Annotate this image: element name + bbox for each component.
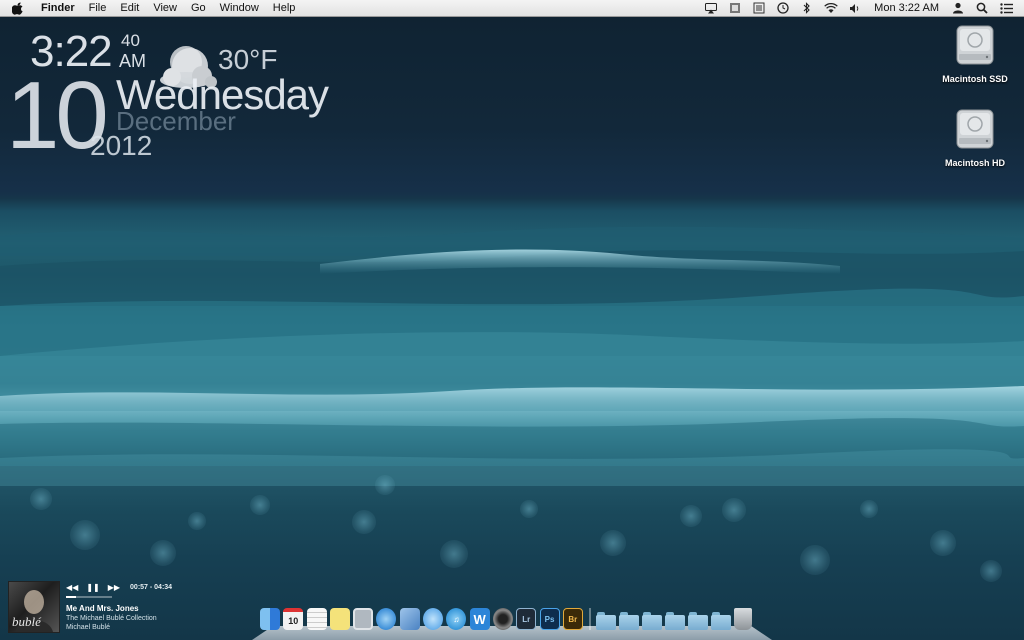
track-title: Me And Mrs. Jones (66, 604, 139, 613)
dock-photoshop-label: Ps (544, 614, 555, 624)
menu-edit[interactable]: Edit (113, 0, 146, 16)
menubar-clock[interactable]: Mon 3:22 AM (867, 0, 946, 16)
menu-view[interactable]: View (146, 0, 184, 16)
menu-bar: Finder File Edit View Go Window Help Mon… (0, 0, 1024, 17)
pause-icon[interactable]: ❚❚ (86, 583, 99, 592)
dock-folder-downloads-icon[interactable] (711, 612, 732, 630)
dock-bridge-label: Br (568, 614, 578, 624)
spotlight-icon[interactable] (975, 2, 989, 14)
album-art-text: bublé (12, 614, 41, 629)
dock-lightroom-icon[interactable]: Lr (516, 608, 537, 630)
dock-photoshop-icon[interactable]: Ps (539, 608, 560, 630)
hard-drive-icon (956, 109, 994, 149)
user-icon[interactable] (951, 2, 965, 14)
notification-center-icon[interactable] (999, 2, 1013, 14)
drive-label: Macintosh SSD (942, 74, 1008, 84)
menu-app-finder[interactable]: Finder (34, 0, 82, 16)
dock-safari-icon[interactable] (376, 608, 397, 630)
track-progress-fill (66, 596, 76, 598)
dock-lightroom-label: Lr (522, 614, 531, 624)
wifi-icon[interactable] (824, 2, 838, 14)
dock-mail-icon[interactable] (399, 608, 420, 630)
dock-calendar-icon[interactable]: 10 (283, 608, 304, 630)
now-playing-widget: bublé ◀◀ ❚❚ ▶▶ 00:57 - 04:34 Me And Mrs.… (8, 581, 208, 633)
menu-window[interactable]: Window (213, 0, 266, 16)
widget-ampm: AM (119, 51, 146, 71)
dock-stickies-icon[interactable] (329, 608, 350, 630)
menu-go[interactable]: Go (184, 0, 213, 16)
apple-menu-icon[interactable] (0, 2, 34, 15)
hard-drive-icon (956, 25, 994, 65)
dock-trash-icon[interactable] (734, 608, 753, 630)
dock-folder-music-icon[interactable] (665, 612, 686, 630)
dock-preview-icon[interactable] (353, 608, 374, 630)
track-album: The Michael Bublé Collection (66, 615, 157, 622)
dock-folder-pictures-icon[interactable] (642, 612, 663, 630)
dock-reminders-icon[interactable] (306, 608, 327, 630)
battery-icon[interactable] (728, 2, 742, 14)
album-art[interactable]: bublé (8, 581, 60, 633)
dock-folder-applications-icon[interactable] (596, 612, 617, 630)
dock-itunes-icon[interactable]: ♫ (446, 608, 467, 630)
drive-macintosh-hd[interactable]: Macintosh HD (935, 106, 1015, 168)
menu-help[interactable]: Help (266, 0, 303, 16)
dock-aperture-icon[interactable] (492, 608, 513, 630)
previous-track-icon[interactable]: ◀◀ (66, 583, 78, 592)
volume-icon[interactable] (848, 2, 862, 14)
menu-file[interactable]: File (82, 0, 114, 16)
dock-wunderlist-label: W (473, 611, 486, 627)
ocean-wallpaper (0, 226, 1024, 486)
drive-macintosh-ssd[interactable]: Macintosh SSD (935, 22, 1015, 84)
track-progress-bar[interactable] (66, 596, 112, 598)
calendar-day: 10 (288, 616, 299, 626)
dock-finder-icon[interactable] (260, 608, 280, 630)
widget-temperature: 30°F (218, 44, 278, 75)
dock-bridge-icon[interactable]: Br (562, 608, 583, 630)
bluetooth-icon[interactable] (800, 2, 814, 14)
dock-separator (589, 608, 592, 630)
next-track-icon[interactable]: ▶▶ (108, 583, 120, 592)
drive-label: Macintosh HD (944, 158, 1005, 168)
track-time: 00:57 - 04:34 (130, 584, 173, 591)
airplay-icon[interactable] (704, 2, 718, 14)
dock-messages-icon[interactable] (423, 608, 444, 630)
clock-weather-widget: 3:22 40 AM 30°F 10 Wednesday December 20… (0, 26, 400, 176)
time-machine-icon[interactable] (776, 2, 790, 14)
widget-seconds: 40 (121, 31, 140, 50)
dock-wunderlist-icon[interactable]: W (469, 608, 490, 630)
menu-extra-icon[interactable] (752, 2, 766, 14)
desktop: Finder File Edit View Go Window Help Mon… (0, 0, 1024, 640)
widget-year: 2012 (90, 130, 153, 161)
dock-folder-movies-icon[interactable] (688, 612, 709, 630)
track-artist: Michael Bublé (66, 624, 110, 631)
dock: 10 ♫ W Lr Ps Br (252, 606, 772, 640)
dock-folder-documents-icon[interactable] (619, 612, 640, 630)
